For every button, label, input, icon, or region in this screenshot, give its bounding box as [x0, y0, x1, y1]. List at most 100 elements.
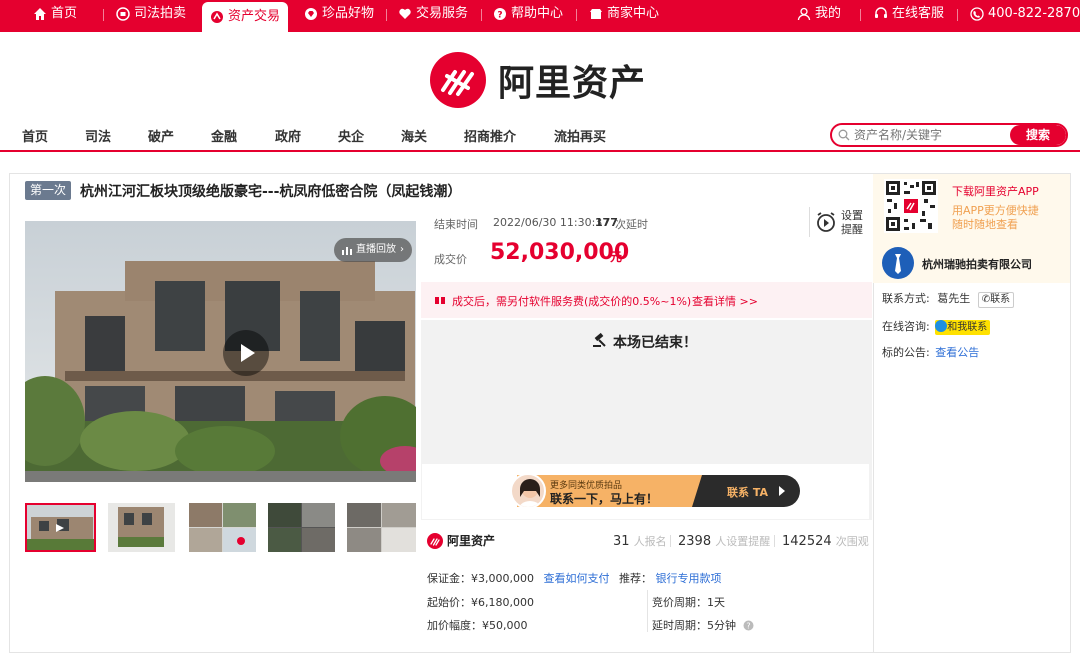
end-time-value: 2022/06/30 11:30:37 — [493, 216, 610, 229]
increment-value: ¥50,000 — [482, 619, 528, 632]
top-home-label: 首页 — [51, 6, 78, 21]
thumbnail-photo — [189, 503, 256, 552]
top-phone-label: 400-822-2870 — [988, 6, 1080, 21]
contact-ta-button[interactable]: 联系 TA — [727, 484, 768, 500]
deal-price-unit: 元 — [610, 250, 623, 264]
bank-account-link[interactable]: 银行专用款项 — [655, 572, 721, 585]
phone-icon — [970, 7, 984, 21]
brand-mini-text: 阿里资产 — [447, 534, 496, 548]
round-badge: 第一次 — [25, 181, 72, 200]
thumbnail-photo — [108, 503, 175, 552]
reminder-line2: 提醒 — [841, 223, 863, 236]
deposit-label: 保证金： — [427, 572, 471, 585]
consult-button[interactable]: 和我联系 — [935, 320, 991, 335]
fee-details-link[interactable]: 查看详情 >> — [692, 293, 758, 309]
thumbnail-photo — [27, 505, 94, 550]
fee-text: 成交后，需另付软件服务费(成交价的0.5%~1%) — [452, 295, 692, 308]
chevron-right-icon: › — [400, 244, 404, 255]
divider — [670, 535, 671, 547]
seller-company[interactable]: 杭州瑞驰拍卖有限公司 — [873, 239, 1070, 283]
thumbnail-1[interactable] — [25, 503, 96, 552]
top-treasure-link[interactable]: 珍品好物 — [304, 0, 374, 28]
top-help-link[interactable]: ? 帮助中心 — [493, 0, 563, 28]
nav-item-relist[interactable]: 流拍再买 — [554, 126, 606, 145]
top-merchant-link[interactable]: 商家中心 — [589, 0, 659, 28]
company-avatar — [882, 247, 914, 279]
gift-icon — [435, 297, 445, 304]
delay-label: 次延时 — [615, 218, 648, 231]
deal-price-label: 成交价 — [434, 253, 467, 266]
thumbnail-5[interactable] — [347, 503, 416, 552]
divider — [774, 535, 775, 547]
svg-text:?: ? — [497, 11, 502, 21]
contact-row: 联系方式: 葛先生 ✆联系 — [882, 290, 1015, 308]
top-bar: 首页 司法拍卖 资产交易 珍品好物 交易服务 ? 帮助中心 商家中心 我的 在线… — [0, 0, 1080, 32]
replay-label: 直播回放 — [356, 244, 396, 255]
increment-row: 加价幅度：¥50,000 — [427, 617, 528, 633]
lot-title: 杭州江河汇板块顶级绝版豪宅---杭凤府低密合院（凤起钱潮） — [80, 184, 462, 200]
top-home-link[interactable]: 首页 — [33, 0, 77, 28]
bar-chart-icon — [342, 247, 352, 255]
signup-stat: 31 人报名 — [613, 533, 667, 549]
top-mine-link[interactable]: 我的 — [797, 0, 841, 28]
contact-label: 联系方式: — [882, 292, 930, 305]
divider — [103, 9, 104, 21]
set-reminder-button[interactable]: 设置 提醒 — [809, 207, 865, 239]
nav-item-soe[interactable]: 央企 — [338, 126, 364, 145]
ali-asset-logo-icon — [427, 532, 443, 549]
increment-label: 加价幅度： — [427, 619, 482, 632]
search-button[interactable]: 搜索 — [1010, 125, 1066, 145]
contact-name: 葛先生 — [937, 292, 971, 305]
start-price-value: ¥6,180,000 — [471, 596, 534, 609]
top-treasure-label: 珍品好物 — [322, 6, 375, 21]
asset-logo-icon — [211, 11, 223, 23]
top-trade-service-link[interactable]: 交易服务 — [398, 0, 468, 28]
live-replay-button[interactable]: 直播回放 › — [334, 238, 412, 262]
nav-item-government[interactable]: 政府 — [275, 126, 301, 145]
user-icon — [797, 7, 811, 21]
play-video-button[interactable] — [223, 330, 269, 376]
banner-line2: 联系一下，马上有！ — [550, 492, 659, 506]
deposit-value: ¥3,000,000 — [471, 572, 534, 585]
thumbnail-2[interactable] — [108, 503, 175, 552]
deal-price: 52,030,000 — [490, 240, 630, 265]
bid-period-row: 竞价周期：1天 — [652, 594, 725, 610]
app-download-box[interactable]: 下载阿里资产APP 用APP更方便快捷 随时随地查看 — [873, 174, 1070, 239]
nav-item-promotion[interactable]: 招商推介 — [464, 126, 516, 145]
search-input[interactable] — [854, 125, 1014, 145]
contact-banner[interactable]: 更多同类优质拍品 联系一下，马上有！ 联系 TA — [422, 464, 869, 519]
service-fee-notice: 成交后，需另付软件服务费(成交价的0.5%~1%) 查看详情 >> — [421, 282, 872, 318]
extend-period-row: 延时周期：5分钟 ? — [652, 617, 754, 633]
view-notice-link[interactable]: 查看公告 — [935, 346, 979, 359]
recommend-label: 推荐： — [618, 572, 652, 585]
contact-button[interactable]: ✆联系 — [977, 292, 1015, 308]
how-to-pay-link[interactable]: 查看如何支付 — [543, 572, 609, 585]
nav-item-bankruptcy[interactable]: 破产 — [148, 126, 174, 145]
heart-icon — [399, 8, 411, 19]
tie-icon — [895, 254, 901, 274]
top-service-link[interactable]: 在线客服 — [874, 0, 944, 28]
ali-asset-logo-icon — [430, 52, 486, 108]
top-merchant-label: 商家中心 — [607, 6, 660, 21]
app-download-title: 下载阿里资产APP — [952, 185, 1039, 198]
brand-mini-logo: 阿里资产 — [427, 532, 495, 549]
nav-item-customs[interactable]: 海关 — [401, 126, 427, 145]
arrow-right-icon — [779, 486, 785, 496]
main-photo[interactable]: 直播回放 › — [25, 221, 416, 482]
nav-item-judicial[interactable]: 司法 — [85, 126, 111, 145]
nav-item-finance[interactable]: 金融 — [211, 126, 237, 145]
logo-text: 阿里资产 — [498, 63, 647, 104]
divider — [481, 9, 482, 21]
diamond-badge-icon — [305, 8, 317, 20]
top-asset-tab[interactable]: 资产交易 — [202, 2, 289, 32]
divider — [809, 207, 810, 237]
thumbnail-3[interactable] — [189, 503, 256, 552]
reminder-count: 2398 — [678, 534, 712, 549]
top-service-label: 在线客服 — [892, 6, 945, 21]
nav-item-home[interactable]: 首页 — [22, 126, 48, 145]
views-count: 142524 — [782, 534, 832, 549]
top-judicial-link[interactable]: 司法拍卖 — [116, 0, 186, 28]
site-logo[interactable]: 阿里资产 — [430, 52, 646, 108]
help-circle-icon[interactable]: ? — [743, 620, 754, 631]
thumbnail-4[interactable] — [268, 503, 335, 552]
